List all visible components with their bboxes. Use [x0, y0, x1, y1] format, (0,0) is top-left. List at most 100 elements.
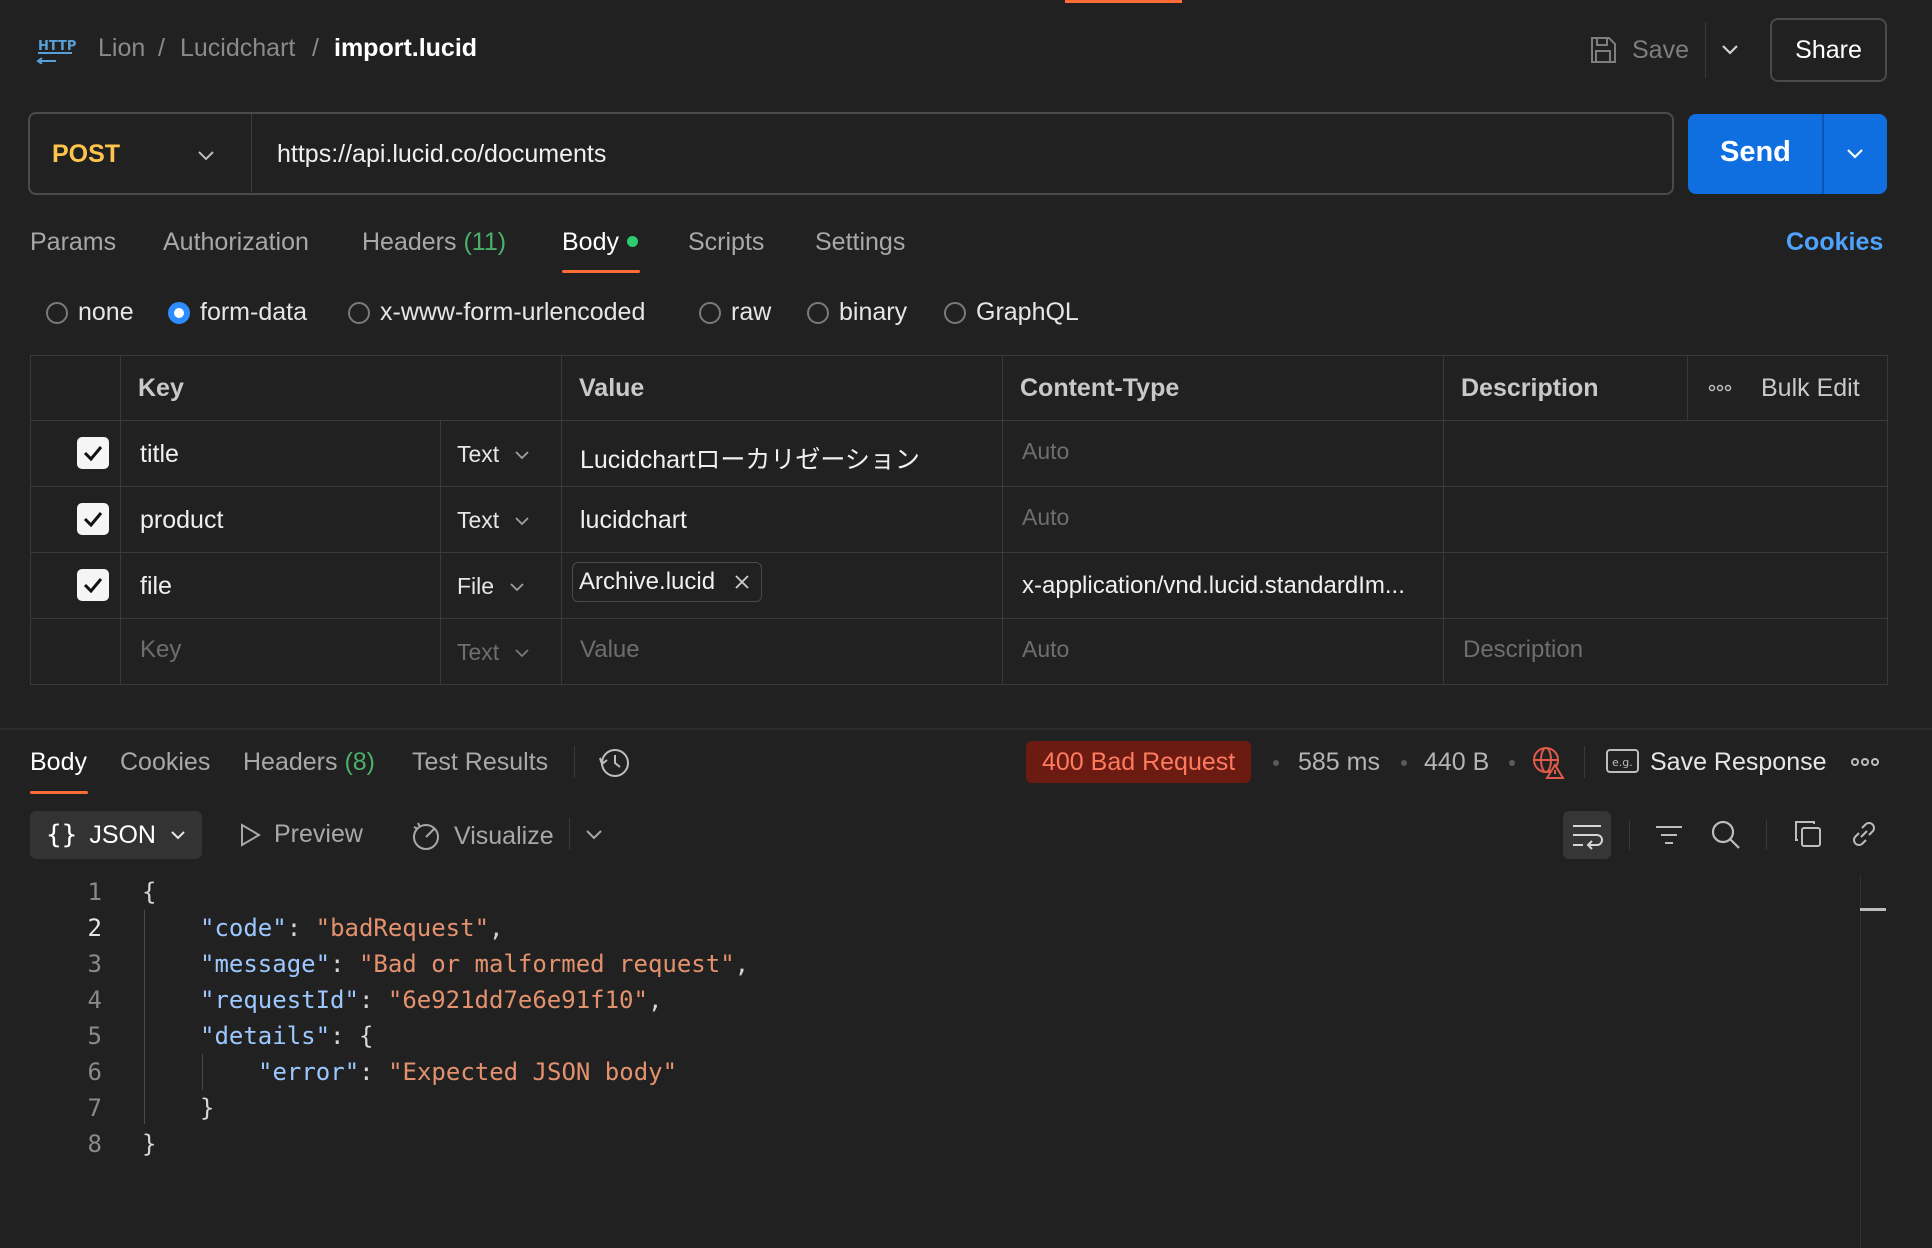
tab-headers[interactable]: Headers (11) — [362, 228, 506, 257]
tab-body-underline — [562, 270, 640, 273]
code-line-8: } — [142, 1130, 157, 1158]
row-checkbox[interactable] — [77, 503, 109, 535]
svg-text:HTTP: HTTP — [38, 39, 76, 54]
new-key-input[interactable]: Key — [140, 636, 181, 664]
response-tab-cookies[interactable]: Cookies — [120, 748, 210, 777]
code-line-6: "error": "Expected JSON body" — [258, 1058, 678, 1086]
method-select[interactable]: POST — [52, 140, 120, 169]
url-input[interactable]: https://api.lucid.co/documents — [277, 140, 606, 169]
remove-file-close-icon[interactable] — [733, 573, 751, 591]
visualize-icon — [413, 822, 439, 850]
code-line-1: { — [142, 878, 157, 906]
row-type-select[interactable]: Text — [457, 507, 531, 534]
radio-x-www-form-urlencoded[interactable]: x-www-form-urlencoded — [348, 298, 645, 327]
more-options-icon[interactable] — [1708, 380, 1732, 396]
preview-button[interactable]: Preview — [238, 820, 363, 849]
response-size[interactable]: 440 B — [1424, 748, 1489, 777]
json-message-value: Bad or malformed request — [373, 950, 721, 978]
braces-icon: {} — [46, 820, 78, 850]
method-chevron-icon[interactable] — [194, 144, 218, 168]
file-name: Archive.lucid — [579, 568, 716, 595]
share-button[interactable]: Share — [1770, 18, 1887, 82]
form-data-table — [30, 355, 1888, 685]
column-header-description: Description — [1461, 374, 1599, 402]
radio-none[interactable]: none — [46, 298, 134, 327]
visualize-label: Visualize — [454, 821, 554, 850]
row-value[interactable]: Lucidchartローカリゼーション — [580, 440, 920, 476]
save-options-chevron-icon[interactable] — [1718, 38, 1742, 62]
scrollbar-track[interactable] — [1860, 876, 1861, 1248]
visualize-button[interactable]: Visualize — [410, 820, 554, 852]
panel-divider[interactable] — [0, 728, 1932, 730]
row-content-type[interactable]: x-application/vnd.lucid.standardIm... — [1022, 572, 1405, 600]
bulk-edit-button[interactable]: Bulk Edit — [1761, 374, 1860, 403]
search-icon[interactable] — [1709, 818, 1741, 850]
chevron-down-icon — [515, 450, 529, 459]
tab-body[interactable]: Body — [562, 228, 638, 257]
tab-headers-label: Headers — [362, 228, 457, 256]
line-number: 6 — [87, 1058, 102, 1086]
network-warning-globe-icon[interactable] — [1531, 745, 1565, 779]
new-type-select[interactable]: Text — [457, 639, 531, 666]
tab-settings[interactable]: Settings — [815, 228, 905, 257]
wrap-lines-button[interactable] — [1563, 811, 1611, 859]
format-select[interactable]: {} JSON — [30, 811, 202, 859]
radio-raw[interactable]: raw — [699, 298, 771, 327]
radio-label: raw — [731, 298, 772, 326]
tab-authorization[interactable]: Authorization — [163, 228, 309, 257]
cookies-link[interactable]: Cookies — [1786, 228, 1883, 257]
scrollbar-thumb[interactable] — [1860, 908, 1886, 911]
body-indicator-dot — [626, 235, 638, 247]
tab-scripts[interactable]: Scripts — [688, 228, 764, 257]
line-number: 4 — [87, 986, 102, 1014]
row-type-select[interactable]: Text — [457, 441, 531, 468]
row-type-select[interactable]: File — [457, 573, 526, 600]
code-line-7: } — [200, 1094, 215, 1122]
status-badge[interactable]: 400 Bad Request — [1026, 741, 1252, 783]
save-response-example-icon: e.g. — [1606, 748, 1640, 776]
radio-circle — [944, 301, 966, 324]
svg-text:e.g.: e.g. — [1612, 756, 1633, 769]
row-type-label: Text — [457, 639, 500, 665]
code-line-5: "details": { — [200, 1022, 374, 1050]
save-button[interactable]: Save — [1588, 30, 1689, 70]
new-content-type[interactable]: Auto — [1022, 636, 1069, 663]
line-number: 2 — [87, 914, 102, 942]
response-time[interactable]: 585 ms — [1298, 748, 1380, 777]
code-line-4: "requestId": "6e921dd7e6e91f10", — [200, 986, 663, 1014]
breadcrumb-workspace[interactable]: Lion — [98, 34, 145, 63]
tab-body-label: Body — [562, 228, 619, 256]
chevron-down-icon — [515, 516, 529, 525]
send-options-chevron-icon[interactable] — [1843, 142, 1867, 166]
response-tab-body[interactable]: Body — [30, 748, 87, 777]
response-more-options-icon[interactable] — [1850, 755, 1880, 769]
save-response-button[interactable]: Save Response — [1650, 748, 1827, 777]
response-tab-headers[interactable]: Headers (8) — [243, 748, 375, 777]
response-tab-test-results[interactable]: Test Results — [412, 748, 548, 777]
file-chip[interactable]: Archive.lucid — [572, 562, 763, 602]
breadcrumb-collection[interactable]: Lucidchart — [180, 34, 295, 63]
row-checkbox[interactable] — [77, 437, 109, 469]
new-description-input[interactable]: Description — [1463, 636, 1583, 664]
radio-form-data[interactable]: form-data — [168, 298, 307, 327]
radio-graphql[interactable]: GraphQL — [944, 298, 1079, 327]
send-button[interactable]: Send — [1720, 136, 1791, 169]
row-key[interactable]: file — [140, 572, 172, 601]
new-value-input[interactable]: Value — [580, 636, 640, 664]
chevron-down-icon — [510, 582, 524, 591]
history-icon[interactable] — [598, 746, 632, 780]
row-content-type[interactable]: Auto — [1022, 504, 1069, 531]
filter-icon[interactable] — [1654, 820, 1684, 850]
link-icon[interactable] — [1848, 818, 1880, 850]
copy-icon[interactable] — [1792, 818, 1824, 850]
row-key[interactable]: title — [140, 440, 179, 469]
row-checkbox[interactable] — [77, 569, 109, 601]
request-name[interactable]: import.lucid — [334, 34, 477, 63]
tab-params[interactable]: Params — [30, 228, 116, 257]
row-content-type[interactable]: Auto — [1022, 438, 1069, 465]
row-type-label: File — [457, 573, 495, 599]
row-key[interactable]: product — [140, 506, 223, 535]
radio-binary[interactable]: binary — [807, 298, 907, 327]
visualize-options-chevron-icon[interactable] — [582, 823, 606, 847]
row-value[interactable]: lucidchart — [580, 506, 687, 535]
